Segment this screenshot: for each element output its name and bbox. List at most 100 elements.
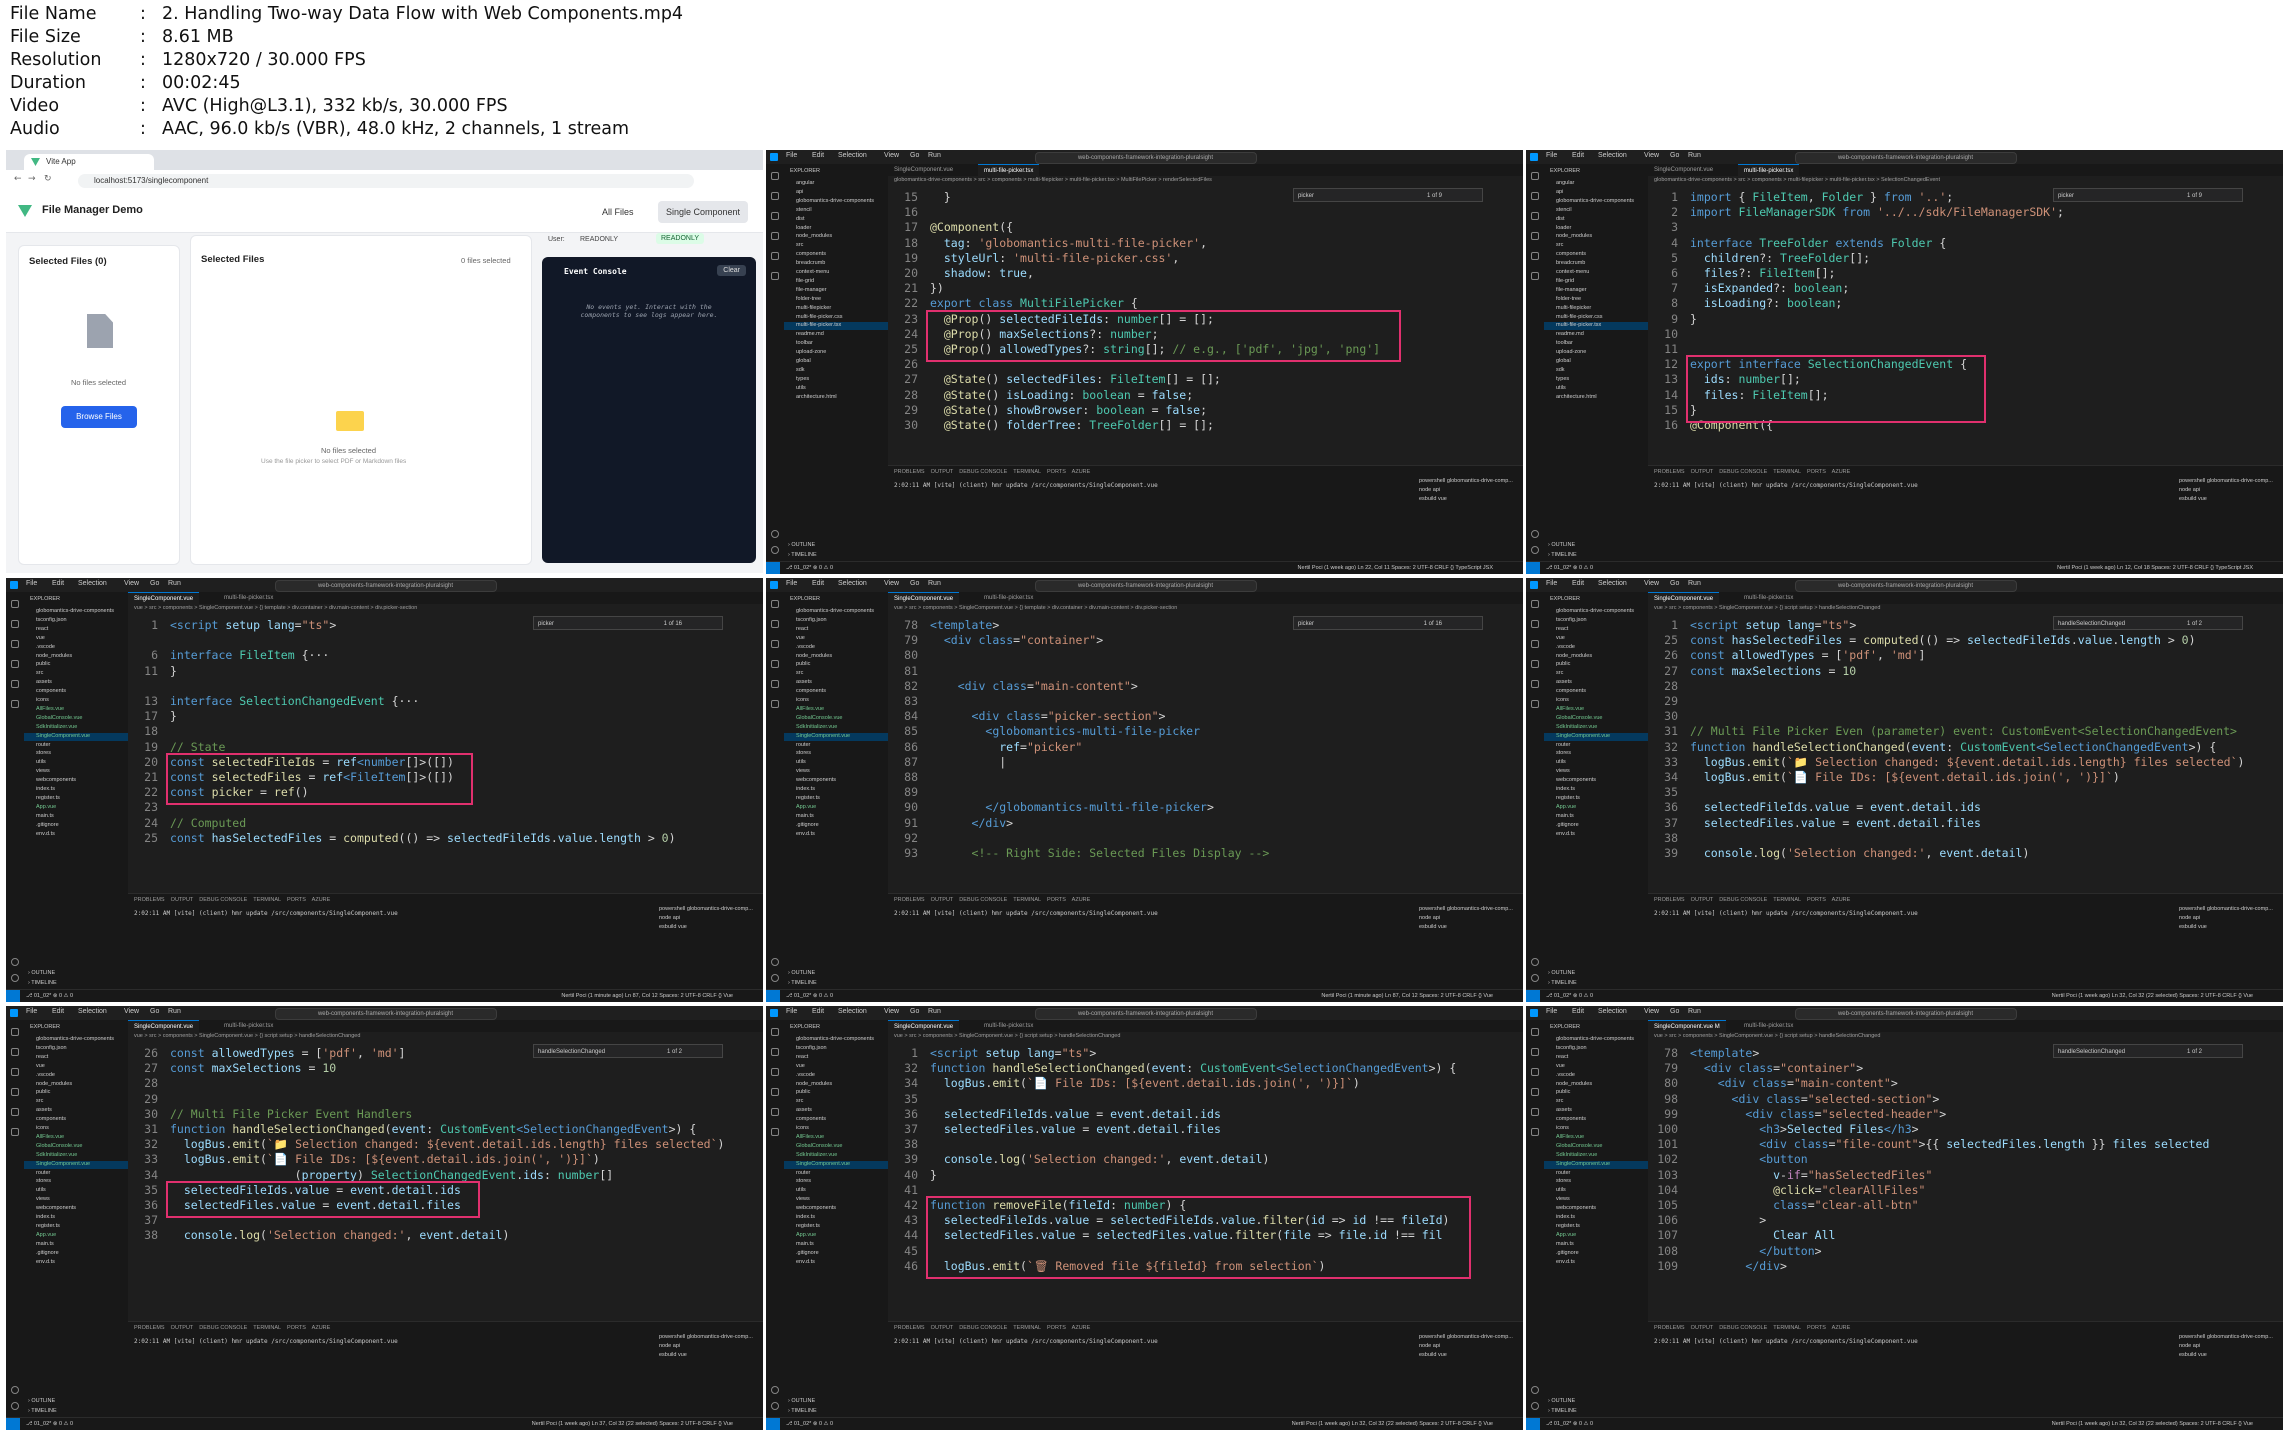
file-tree-item[interactable]: readme.md — [1556, 331, 1584, 337]
editor-tab[interactable]: multi-file-picker.tsx — [1738, 592, 1799, 604]
outline-section[interactable]: › OUTLINE — [28, 970, 55, 976]
run-debug-icon[interactable] — [1531, 1088, 1539, 1096]
remote-explorer-icon[interactable] — [771, 700, 779, 708]
file-tree-item[interactable]: SingleComponent.vue — [1556, 1161, 1610, 1167]
search-icon[interactable] — [771, 620, 779, 628]
file-tree-item[interactable]: main.ts — [796, 1241, 814, 1247]
file-tree-item[interactable]: types — [796, 376, 809, 382]
clear-button[interactable]: Clear — [717, 265, 746, 276]
source-control-icon[interactable] — [1531, 640, 1539, 648]
remote-indicator-icon[interactable] — [6, 1418, 20, 1430]
file-tree-item[interactable]: router — [36, 1170, 50, 1176]
file-tree-item[interactable]: breadcrumb — [1556, 260, 1585, 266]
file-tree-item[interactable]: node_modules — [36, 653, 72, 659]
menu-item-go[interactable]: Go — [1670, 152, 1679, 159]
file-tree-item[interactable]: file-manager — [796, 287, 827, 293]
file-tree-item[interactable]: .vscode — [796, 644, 815, 650]
file-tree-item[interactable]: loader — [796, 225, 811, 231]
file-tree-item[interactable]: public — [1556, 661, 1570, 667]
editor-tab[interactable]: multi-file-picker.tsx — [1738, 164, 1800, 177]
file-tree-item[interactable]: env.d.ts — [1556, 831, 1575, 837]
panel-tabs[interactable]: PROBLEMS OUTPUT DEBUG CONSOLE TERMINAL P… — [894, 1325, 1090, 1331]
file-tree-item[interactable]: register.ts — [36, 795, 60, 801]
code-editor[interactable]: SingleComponent.vue multi-file-picker.tsx… — [888, 592, 1523, 990]
run-debug-icon[interactable] — [1531, 232, 1539, 240]
code-editor[interactable]: SingleComponent.vue M multi-file-picker.t… — [1648, 1020, 2283, 1418]
file-tree-item[interactable]: SdkInitializer.vue — [1556, 724, 1597, 730]
file-tree-item[interactable]: react — [36, 626, 48, 632]
file-tree-item[interactable]: api — [796, 189, 803, 195]
breadcrumb[interactable]: globomantics-drive-components > src > co… — [894, 177, 1212, 183]
file-tree-item[interactable]: SingleComponent.vue — [796, 733, 850, 739]
code-editor[interactable]: SingleComponent.vue multi-file-picker.tsx… — [888, 164, 1523, 562]
terminal-list-item[interactable]: powershell globomantics-drive-comp... — [1419, 478, 1519, 484]
menu-item-run[interactable]: Run — [928, 580, 941, 587]
back-icon[interactable]: ← — [14, 174, 22, 184]
file-tree-item[interactable]: globomantics-drive-components — [1556, 608, 1634, 614]
nav-all-files[interactable]: All Files — [594, 201, 642, 223]
accounts-icon[interactable] — [11, 1386, 19, 1394]
code-editor[interactable]: SingleComponent.vue multi-file-picker.tsx… — [128, 592, 763, 990]
file-tree-item[interactable]: .gitignore — [796, 1250, 819, 1256]
file-tree-item[interactable]: globomantics-drive-components — [796, 198, 874, 204]
extensions-icon[interactable] — [1531, 252, 1539, 260]
file-tree-item[interactable]: stores — [1556, 1178, 1571, 1184]
file-tree-item[interactable]: stencil — [1556, 207, 1572, 213]
file-tree-item[interactable]: file-grid — [1556, 278, 1574, 284]
search-icon[interactable] — [1531, 620, 1539, 628]
file-tree-item[interactable]: SdkInitializer.vue — [1556, 1152, 1597, 1158]
editor-tab[interactable]: SingleComponent.vue M — [1648, 1020, 1726, 1033]
file-tree-item[interactable]: file-grid — [796, 278, 814, 284]
gear-icon[interactable] — [11, 974, 19, 982]
timeline-section[interactable]: › TIMELINE — [28, 980, 57, 986]
file-tree-item[interactable]: vue — [36, 1063, 45, 1069]
file-tree-item[interactable]: angular — [796, 180, 814, 186]
find-input[interactable]: picker — [2058, 193, 2074, 199]
explorer-icon[interactable] — [771, 172, 779, 180]
remote-indicator-icon[interactable] — [766, 1418, 780, 1430]
file-tree-item[interactable]: .vscode — [36, 1072, 55, 1078]
terminal-list-item[interactable]: esbuild vue — [2179, 924, 2279, 930]
editor-tab[interactable]: multi-file-picker.tsx — [218, 1020, 279, 1032]
timeline-section[interactable]: › TIMELINE — [788, 552, 817, 558]
file-tree-item[interactable]: webcomponents — [796, 777, 836, 783]
file-tree-item[interactable]: global — [796, 358, 811, 364]
file-tree-item[interactable]: src — [796, 670, 803, 676]
file-tree-item[interactable]: utils — [796, 1187, 806, 1193]
file-tree-item[interactable]: router — [796, 1170, 810, 1176]
source-control-icon[interactable] — [771, 640, 779, 648]
file-tree-item[interactable]: App.vue — [796, 1232, 816, 1238]
file-tree-item[interactable]: sdk — [1556, 367, 1565, 373]
browser-tab[interactable]: Vite App — [24, 154, 154, 170]
file-tree-item[interactable]: assets — [1556, 1107, 1572, 1113]
menu-item-go[interactable]: Go — [150, 1008, 159, 1015]
menu-item-run[interactable]: Run — [928, 1008, 941, 1015]
file-tree-item[interactable]: App.vue — [1556, 1232, 1576, 1238]
file-tree-item[interactable]: globomantics-drive-components — [796, 1036, 874, 1042]
outline-section[interactable]: › OUTLINE — [1548, 970, 1575, 976]
file-tree-item[interactable]: multi-filepicker — [1556, 305, 1591, 311]
remote-explorer-icon[interactable] — [1531, 1128, 1539, 1136]
file-tree-item[interactable]: src — [1556, 670, 1563, 676]
menu-item-run[interactable]: Run — [1688, 1008, 1701, 1015]
file-tree-item[interactable]: register.ts — [1556, 1223, 1580, 1229]
file-tree-item[interactable]: utils — [1556, 1187, 1566, 1193]
explorer-icon[interactable] — [1531, 172, 1539, 180]
file-tree-item[interactable]: register.ts — [796, 795, 820, 801]
file-tree-item[interactable]: assets — [36, 1107, 52, 1113]
file-tree-item[interactable]: index.ts — [796, 1214, 815, 1220]
browse-files-button[interactable]: Browse Files — [61, 406, 137, 428]
editor-tab[interactable]: SingleComponent.vue — [1648, 164, 1719, 176]
file-tree-item[interactable]: react — [1556, 1054, 1568, 1060]
file-tree-item[interactable]: .vscode — [36, 644, 55, 650]
extensions-icon[interactable] — [771, 680, 779, 688]
file-tree-item[interactable]: readme.md — [796, 331, 824, 337]
file-tree-item[interactable]: tsconfig.json — [796, 617, 827, 623]
file-tree-item[interactable]: env.d.ts — [796, 1259, 815, 1265]
code-editor[interactable]: SingleComponent.vue multi-file-picker.tsx… — [128, 1020, 763, 1418]
file-tree-item[interactable]: components — [1556, 251, 1586, 257]
editor-tab[interactable]: SingleComponent.vue — [888, 164, 959, 176]
menu-item-go[interactable]: Go — [1670, 1008, 1679, 1015]
reload-icon[interactable]: ↻ — [44, 174, 52, 184]
extensions-icon[interactable] — [11, 680, 19, 688]
